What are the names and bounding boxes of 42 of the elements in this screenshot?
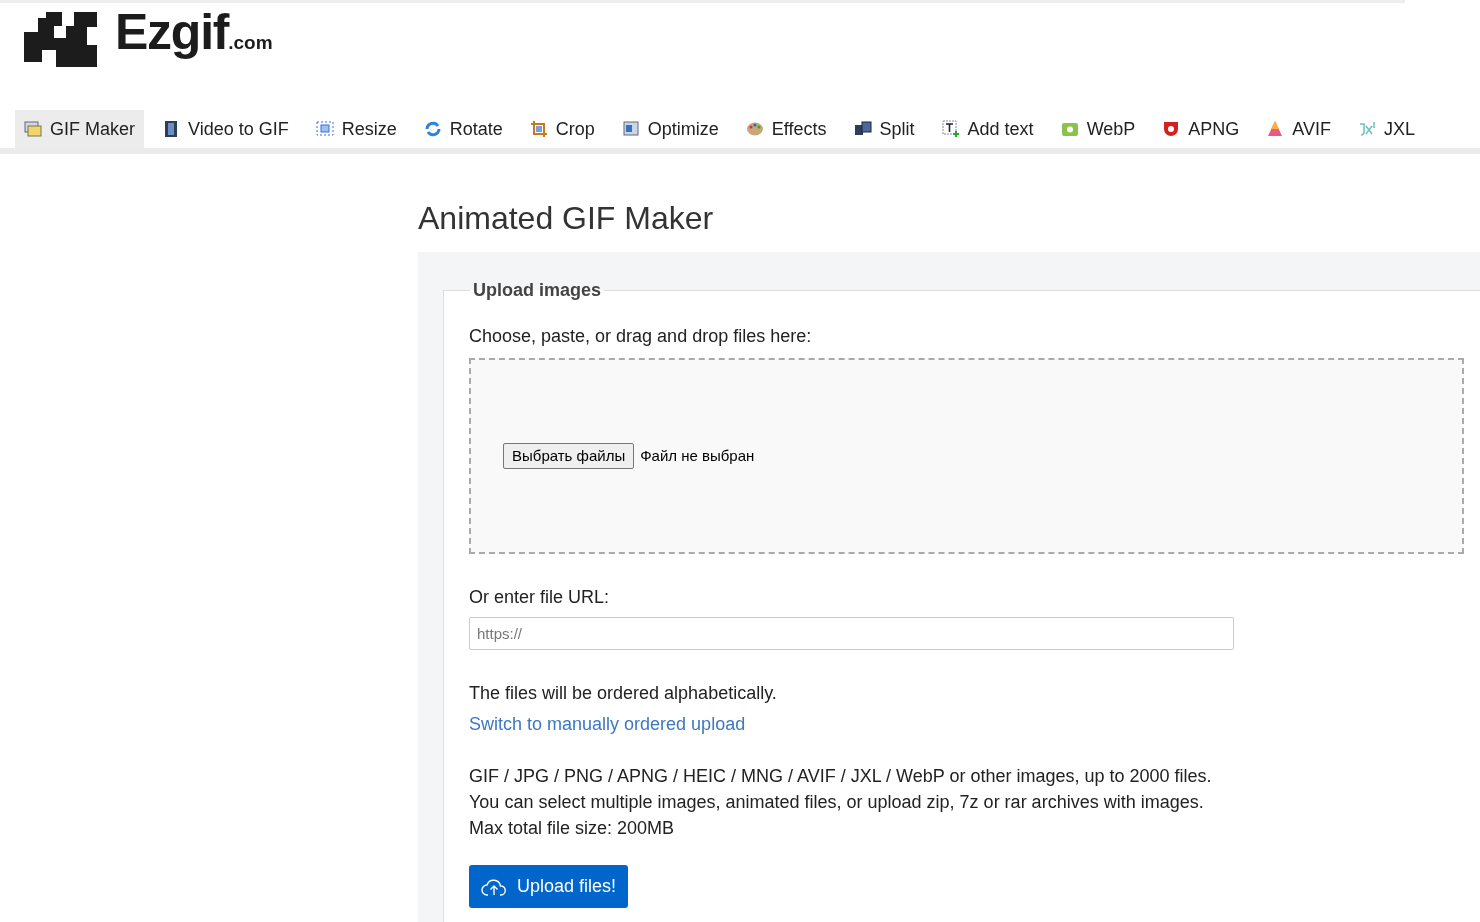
choose-files-button[interactable]: Выбрать файлы (503, 442, 635, 470)
nav-tab[interactable]: AVIF (1257, 110, 1340, 148)
apng-icon (1162, 120, 1181, 138)
nav-tab[interactable]: Crop (520, 110, 604, 148)
jxl-icon (1358, 120, 1376, 138)
palette-icon (745, 120, 764, 138)
drop-prompt: Choose, paste, or drag and drop files here: (469, 325, 813, 348)
url-input-field[interactable]: https:// (469, 617, 1234, 650)
film-icon (162, 120, 180, 138)
nav-tab[interactable]: Resize (306, 110, 406, 148)
nav-tab[interactable]: Split (844, 110, 924, 148)
crop-icon (529, 120, 548, 138)
file-status: Файл не выбран (640, 445, 755, 466)
nav-tab[interactable]: JXL (1349, 110, 1425, 148)
nav-tab[interactable]: WebP (1051, 110, 1145, 148)
split-icon (853, 120, 872, 138)
nav-tab[interactable]: Effects (736, 110, 836, 148)
info-text: Max total file size: 200MB (469, 817, 676, 840)
drop-zone[interactable]: Выбрать файлы Файл не выбран (469, 358, 1464, 554)
manual-order-link[interactable]: Switch to manually ordered upload (469, 711, 746, 738)
fieldset-legend: Upload images (470, 277, 605, 304)
page-title: Animated GIF Maker (418, 199, 715, 238)
pictures-icon (24, 120, 42, 138)
info-text: You can select multiple images, animated files, or upload zip, 7z or rar archives with images. (469, 791, 1205, 814)
rotate-icon (423, 120, 442, 138)
upload-button[interactable]: Upload files! (469, 865, 629, 908)
nav-tab[interactable]: Video to GIF (153, 110, 298, 148)
nav-tab[interactable]: Rotate (414, 110, 512, 148)
webp-icon (1060, 120, 1079, 138)
nav-tab[interactable]: Add text (932, 110, 1043, 148)
nav-tab[interactable]: GIF Maker (15, 110, 144, 148)
puzzle-logo-icon (24, 12, 97, 67)
add-text-icon (941, 120, 960, 138)
avif-icon (1266, 120, 1285, 138)
url-label: Or enter file URL: (469, 586, 611, 609)
order-note: The files will be ordered alphabetically. (469, 682, 778, 705)
image-icon (621, 120, 640, 138)
resize-icon (315, 120, 334, 138)
nav-tab[interactable]: Optimize (612, 110, 728, 148)
site-logo[interactable]: Ezgif.com (115, 7, 273, 57)
info-text: GIF / JPG / PNG / APNG / HEIC / MNG / AVIF / JXL / WebP or other images, up to 2000 files. (469, 765, 1213, 788)
nav-tab[interactable]: APNG (1153, 110, 1249, 148)
